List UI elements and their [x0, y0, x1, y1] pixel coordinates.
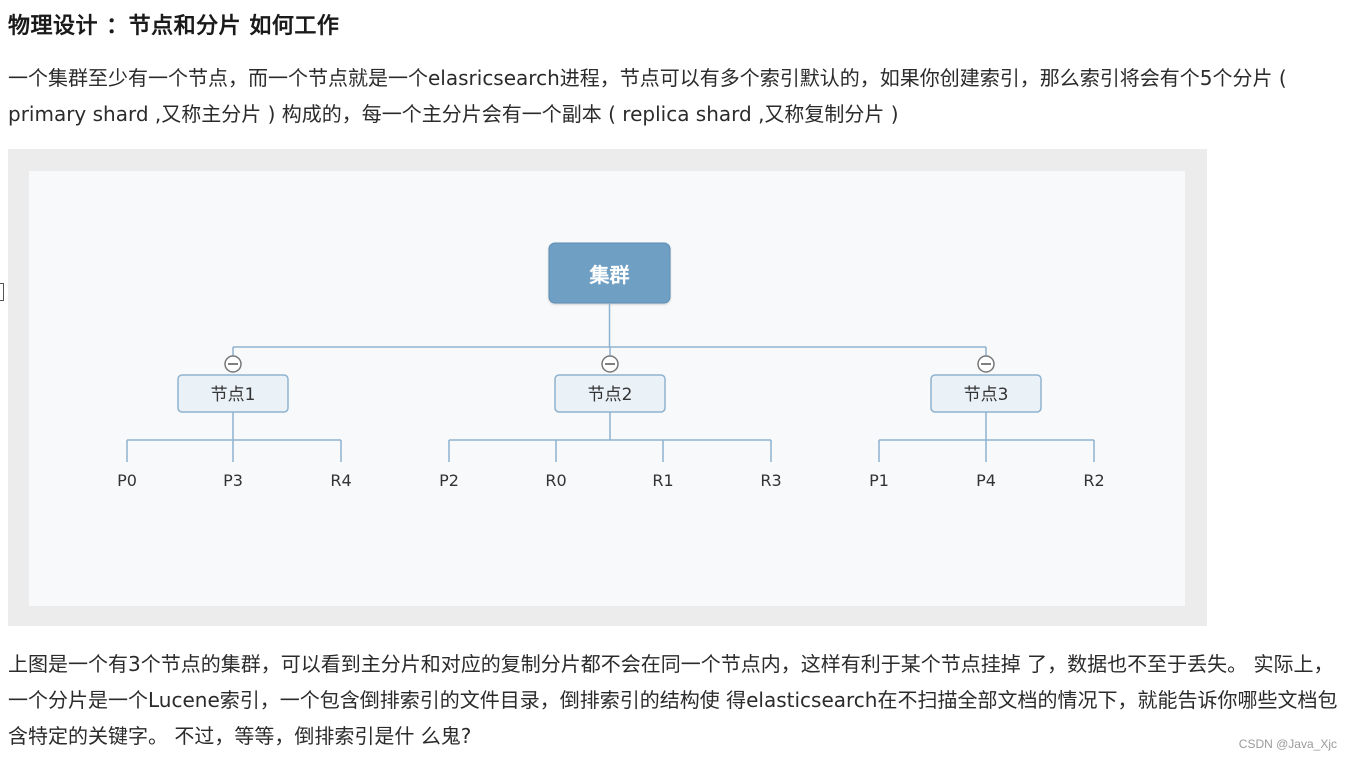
shard-label: R4: [330, 471, 351, 490]
collapse-toggle-icon[interactable]: [224, 355, 242, 373]
watermark: CSDN @Java_Xjc: [1238, 737, 1337, 751]
shard-label: R1: [652, 471, 673, 490]
node-group-1: 节点1 P0 P3 R4: [117, 347, 352, 490]
node-group-2: 节点2 P2 R0 R1 R3: [439, 347, 782, 490]
root-label: 集群: [589, 263, 630, 287]
node-label: 节点3: [964, 385, 1009, 405]
shard-label: P4: [976, 471, 996, 490]
shard-label: P2: [439, 471, 459, 490]
collapse-toggle-icon[interactable]: [977, 355, 995, 373]
shard-label: R2: [1083, 471, 1104, 490]
explanation-paragraph: 上图是一个有3个节点的集群，可以看到主分片和对应的复制分片都不会在同一个节点内，…: [8, 652, 1338, 748]
shard-label: P3: [223, 471, 243, 490]
node-label: 节点1: [211, 385, 256, 405]
shard-label: P1: [869, 471, 889, 490]
shard-label: R3: [760, 471, 781, 490]
shard-label: P0: [117, 471, 137, 490]
node-label: 节点2: [588, 385, 633, 405]
node-group-3: 节点3 P1 P4 R2: [869, 347, 1105, 490]
shard-label: R0: [545, 471, 566, 490]
collapse-toggle-icon[interactable]: [601, 355, 619, 373]
